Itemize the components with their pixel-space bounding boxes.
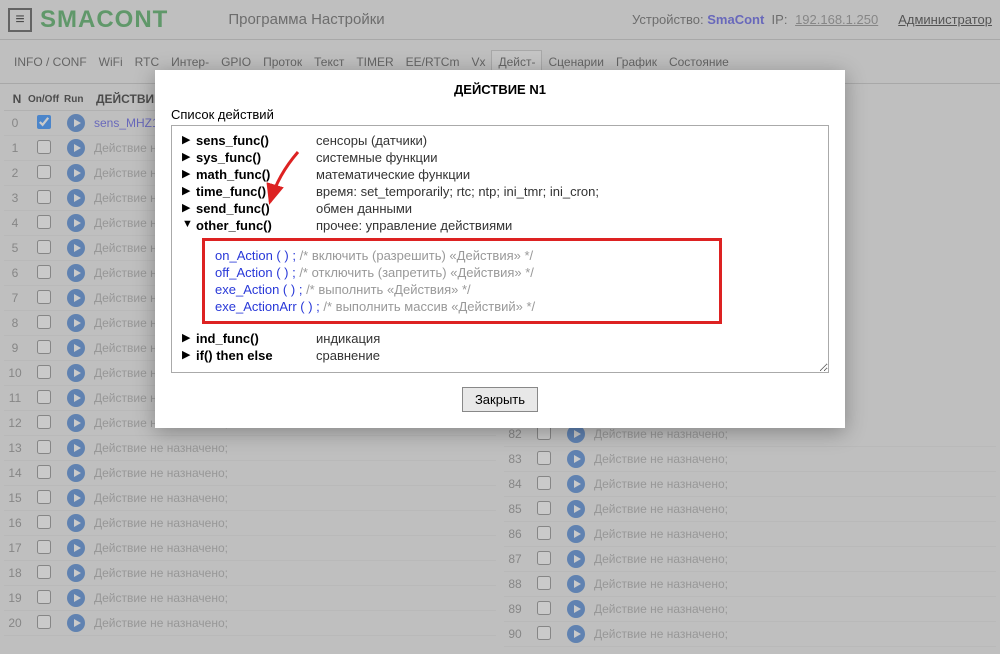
func-item[interactable]: ▼other_func()прочее: управление действия…	[182, 217, 818, 234]
expand-icon: ▶	[182, 184, 196, 197]
func-desc: сенсоры (датчики)	[316, 133, 427, 148]
func-name: send_func()	[196, 201, 316, 216]
func-name: if() then else	[196, 348, 316, 363]
expand-icon: ▶	[182, 167, 196, 180]
close-button[interactable]: Закрыть	[462, 387, 538, 412]
func-name: sys_func()	[196, 150, 316, 165]
func-desc: обмен данными	[316, 201, 412, 216]
func-desc: сравнение	[316, 348, 380, 363]
expanded-func-item[interactable]: exe_Action ( ) ; /* выполнить «Действия»…	[215, 281, 709, 298]
expanded-func-item[interactable]: exe_ActionArr ( ) ; /* выполнить массив …	[215, 298, 709, 315]
action-modal: ДЕЙСТВИЕ N1 Список действий ▶sens_func()…	[155, 70, 845, 428]
func-item[interactable]: ▶math_func()математические функции	[182, 166, 818, 183]
expanded-func-item[interactable]: off_Action ( ) ; /* отключить (запретить…	[215, 264, 709, 281]
expanded-func-item[interactable]: on_Action ( ) ; /* включить (разрешить) …	[215, 247, 709, 264]
expand-icon: ▶	[182, 331, 196, 344]
expand-icon: ▶	[182, 150, 196, 163]
func-item[interactable]: ▶send_func()обмен данными	[182, 200, 818, 217]
func-name: math_func()	[196, 167, 316, 182]
func-desc: системные функции	[316, 150, 438, 165]
expand-icon: ▼	[182, 218, 196, 230]
func-desc: прочее: управление действиями	[316, 218, 512, 233]
func-name: ind_func()	[196, 331, 316, 346]
func-item[interactable]: ▶if() then elseсравнение	[182, 347, 818, 364]
func-item[interactable]: ▶ind_func()индикация	[182, 330, 818, 347]
func-desc: индикация	[316, 331, 380, 346]
expand-icon: ▶	[182, 133, 196, 146]
func-item[interactable]: ▶time_func()время: set_temporarily; rtc;…	[182, 183, 818, 200]
func-name: sens_func()	[196, 133, 316, 148]
func-desc: время: set_temporarily; rtc; ntp; ini_tm…	[316, 184, 599, 199]
function-list-box: ▶sens_func()сенсоры (датчики)▶sys_func()…	[171, 125, 829, 373]
modal-list-title: Список действий	[171, 107, 829, 122]
func-name: time_func()	[196, 184, 316, 199]
func-item[interactable]: ▶sens_func()сенсоры (датчики)	[182, 132, 818, 149]
func-name: other_func()	[196, 218, 316, 233]
func-item[interactable]: ▶sys_func()системные функции	[182, 149, 818, 166]
modal-title: ДЕЙСТВИЕ N1	[171, 82, 829, 97]
func-desc: математические функции	[316, 167, 470, 182]
expand-icon: ▶	[182, 348, 196, 361]
expand-icon: ▶	[182, 201, 196, 214]
expanded-other-func: on_Action ( ) ; /* включить (разрешить) …	[202, 238, 722, 324]
